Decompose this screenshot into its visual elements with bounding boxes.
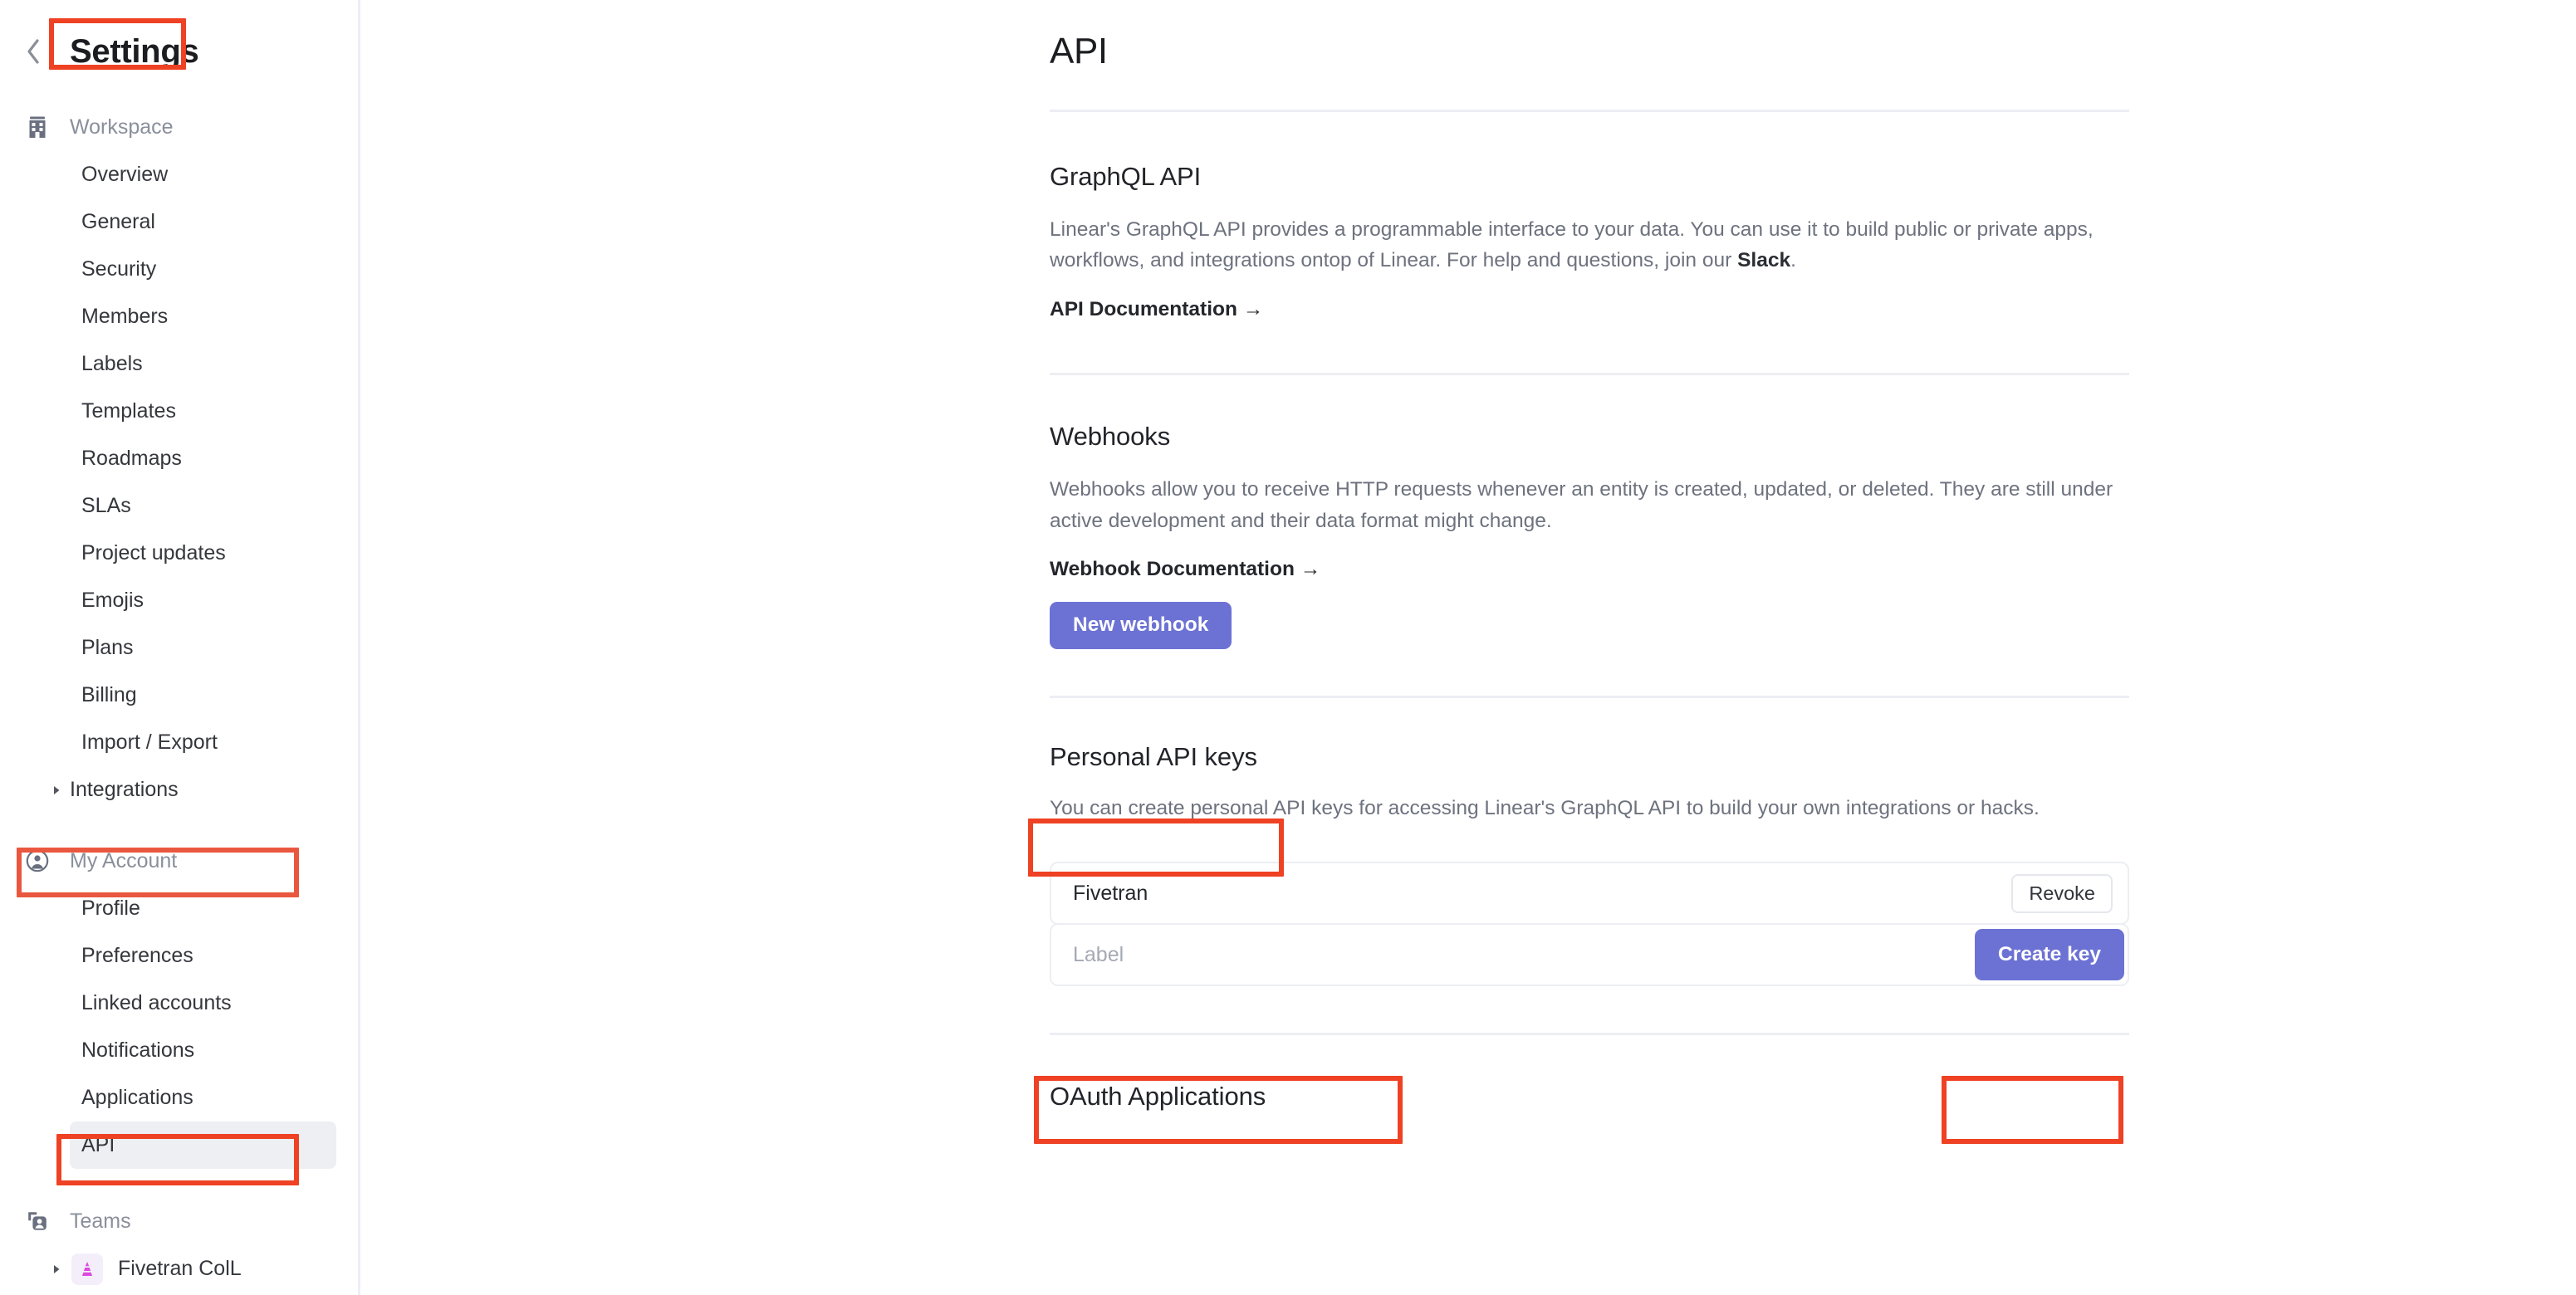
section-title-oauth-applications: OAuth Applications — [1050, 1082, 1266, 1112]
section-webhooks: Webhooks Webhooks allow you to receive H… — [1050, 422, 2129, 649]
traffic-cone-icon — [71, 1253, 103, 1285]
section-graphql-api: GraphQL API Linear's GraphQL API provide… — [1050, 164, 2129, 321]
revoke-key-button[interactable]: Revoke — [2011, 873, 2113, 913]
sidebar-item-label: Profile — [81, 897, 140, 920]
sidebar-item-project-updates[interactable]: Project updates — [70, 530, 336, 577]
api-key-name: Fivetran — [1073, 881, 1148, 905]
sidebar-item-profile[interactable]: Profile — [70, 885, 336, 932]
user-circle-icon — [23, 847, 51, 875]
section-body-webhooks: Webhooks allow you to receive HTTP reque… — [1050, 478, 2113, 532]
settings-content-column: API GraphQL API Linear's GraphQL API pro… — [1050, 0, 2129, 1109]
sidebar-item-label: Project updates — [81, 541, 226, 564]
sidebar-item-label: Linked accounts — [81, 991, 232, 1014]
sidebar-item-preferences[interactable]: Preferences — [70, 932, 336, 980]
sidebar-item-label: Members — [81, 305, 169, 328]
sidebar-group-label: Workspace — [70, 115, 174, 139]
sidebar-item-team-fivetran-coll[interactable]: Fivetran ColL — [43, 1245, 336, 1293]
sidebar-group-header-teams[interactable]: Teams — [0, 1197, 358, 1245]
section-title-personal-api-keys: Personal API keys — [1050, 741, 1257, 771]
sidebar-group-label: My Account — [70, 848, 178, 872]
graphql-body-text-after: . — [1790, 249, 1796, 272]
teams-icon — [23, 1207, 51, 1235]
sidebar-item-members[interactable]: Members — [70, 293, 336, 340]
section-oauth-applications: OAuth Applications — [1050, 1083, 2129, 1109]
sidebar-header: Settings — [0, 0, 358, 103]
sidebar-item-slas[interactable]: SLAs — [70, 482, 336, 530]
sidebar-item-label: Overview — [81, 163, 169, 186]
divider — [1050, 695, 2129, 698]
sidebar-item-label: Emojis — [81, 589, 144, 612]
sidebar-item-billing[interactable]: Billing — [70, 672, 336, 719]
section-body-graphql-api: Linear's GraphQL API provides a programm… — [1050, 214, 2129, 276]
create-key-row: Create key — [1050, 923, 2129, 987]
sidebar-item-applications[interactable]: Applications — [70, 1074, 336, 1122]
sidebar-item-label: Security — [81, 257, 157, 281]
section-title-graphql-api: GraphQL API — [1050, 162, 1202, 191]
sidebar-item-label: Import / Export — [81, 731, 218, 754]
sidebar-item-label: Preferences — [81, 944, 193, 967]
sidebar-item-general[interactable]: General — [70, 198, 336, 246]
page-title-api: API — [1050, 31, 1108, 71]
sidebar-item-label: Applications — [81, 1086, 193, 1109]
section-title-webhooks: Webhooks — [1050, 422, 1171, 452]
webhook-documentation-link[interactable]: Webhook Documentation → — [1050, 558, 1320, 581]
settings-sidebar: Settings Workspace Overview General Secu… — [0, 0, 360, 1295]
sidebar-item-overview[interactable]: Overview — [70, 151, 336, 198]
sidebar-item-import-export[interactable]: Import / Export — [70, 719, 336, 766]
building-icon — [23, 113, 51, 141]
sidebar-item-labels[interactable]: Labels — [70, 340, 336, 388]
chevron-left-icon[interactable] — [17, 35, 50, 68]
divider — [1050, 110, 2129, 112]
sidebar-item-linked-accounts[interactable]: Linked accounts — [70, 980, 336, 1027]
divider — [1050, 1033, 2129, 1036]
sidebar-group-teams: Teams Fivetran ColL — [0, 1197, 358, 1293]
section-body-personal-api-keys: You can create personal API keys for acc… — [1050, 796, 2040, 819]
sidebar-item-label: Roadmaps — [81, 447, 182, 470]
sidebar-item-emojis[interactable]: Emojis — [70, 577, 336, 624]
sidebar-item-label: SLAs — [81, 494, 131, 517]
sidebar-item-api[interactable]: API — [70, 1122, 336, 1169]
sidebar-item-notifications[interactable]: Notifications — [70, 1027, 336, 1074]
sidebar-item-label: Plans — [81, 636, 134, 659]
sidebar-item-integrations[interactable]: Integrations — [43, 766, 336, 814]
sidebar-item-templates[interactable]: Templates — [70, 388, 336, 435]
page-title-settings: Settings — [70, 33, 199, 70]
sidebar-item-label: General — [81, 210, 155, 233]
sidebar-item-label: Integrations — [70, 778, 179, 801]
sidebar-item-label: Fivetran ColL — [118, 1257, 242, 1280]
label-input[interactable] — [1050, 923, 2129, 987]
graphql-body-text-before: Linear's GraphQL API provides a programm… — [1050, 218, 2094, 272]
new-webhook-button[interactable]: New webhook — [1050, 601, 1232, 649]
sidebar-item-label: Notifications — [81, 1038, 195, 1062]
divider — [1050, 373, 2129, 376]
sidebar-item-label: Labels — [81, 352, 143, 375]
slack-link[interactable]: Slack — [1737, 249, 1790, 271]
sidebar-item-label: API — [81, 1133, 115, 1156]
sidebar-group-header-workspace[interactable]: Workspace — [0, 103, 358, 151]
settings-page: Settings Workspace Overview General Secu… — [0, 0, 2576, 1295]
api-documentation-link[interactable]: API Documentation → — [1050, 298, 1263, 321]
sidebar-group-workspace: Workspace Overview General Security Memb… — [0, 103, 358, 814]
sidebar-group-my-account: My Account Profile Preferences Linked ac… — [0, 837, 358, 1169]
sidebar-item-label: Templates — [81, 399, 176, 423]
create-key-button[interactable]: Create key — [1975, 929, 2124, 981]
sidebar-item-roadmaps[interactable]: Roadmaps — [70, 435, 336, 482]
section-personal-api-keys: Personal API keys You can create persona… — [1050, 741, 2129, 987]
sidebar-item-plans[interactable]: Plans — [70, 624, 336, 672]
api-key-row: Fivetran Revoke — [1050, 862, 2129, 926]
sidebar-group-label: Teams — [70, 1209, 131, 1233]
sidebar-item-security[interactable]: Security — [70, 246, 336, 293]
sidebar-group-header-my-account[interactable]: My Account — [0, 837, 358, 885]
main-content: API GraphQL API Linear's GraphQL API pro… — [360, 0, 2576, 1295]
caret-right-icon[interactable] — [43, 1256, 70, 1283]
caret-right-icon[interactable] — [43, 777, 70, 804]
sidebar-item-label: Billing — [81, 683, 137, 706]
